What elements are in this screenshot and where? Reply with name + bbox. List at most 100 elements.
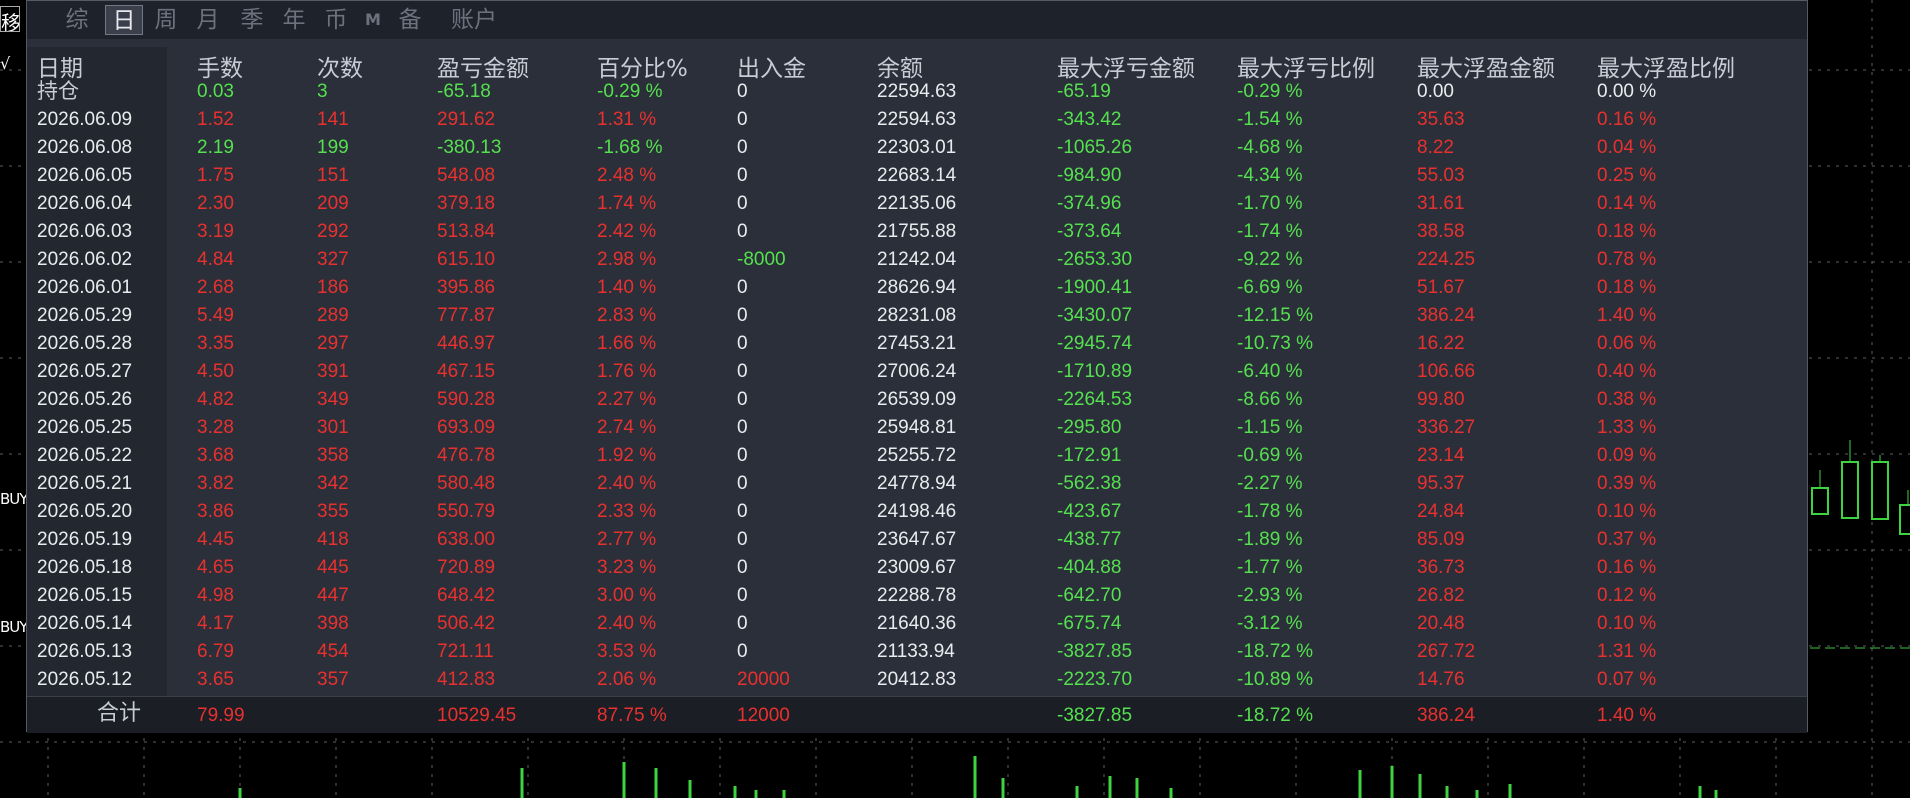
total-max-gain-pct-cell: 1.40 %: [1597, 705, 1657, 726]
inout-cell: 0: [737, 641, 748, 662]
count-cell: 199: [317, 137, 349, 158]
inout-cell: 0: [737, 221, 748, 242]
table-row[interactable]: 2026.05.21 3.82 342 580.48 2.40 % 0 24778.94 -5…: [27, 473, 1807, 501]
max-loss-pct-cell: -1.54 %: [1237, 109, 1303, 130]
table-row[interactable]: 2026.06.05 1.75 151 548.08 2.48 % 0 22683.14 -9…: [27, 165, 1807, 193]
table-row[interactable]: 2026.06.09 1.52 141 291.62 1.31 % 0 22594.63 -3…: [27, 109, 1807, 137]
column-header-balance[interactable]: 余额: [877, 49, 923, 83]
date-cell: 2026.06.05: [37, 165, 133, 186]
column-header-max-gain[interactable]: 最大浮盈金额: [1417, 49, 1555, 83]
tab-9[interactable]: 账户: [439, 5, 509, 35]
tab-4[interactable]: 季: [233, 5, 271, 35]
max-loss-cell: -374.96: [1057, 193, 1122, 214]
table-row[interactable]: 2026.06.01 2.68 186 395.86 1.40 % 0 28626.94 -1…: [27, 277, 1807, 305]
tab-3[interactable]: 月: [189, 5, 227, 35]
max-loss-cell: -562.38: [1057, 473, 1122, 494]
date-cell: 2026.06.02: [37, 249, 133, 270]
tab-0[interactable]: 综: [57, 5, 97, 35]
column-header-max-gain-pct[interactable]: 最大浮盈比例: [1597, 49, 1735, 83]
date-cell: 2026.05.15: [37, 585, 133, 606]
table-row[interactable]: 2026.05.26 4.82 349 590.28 2.27 % 0 26539.09 -2…: [27, 389, 1807, 417]
pnl-cell: 590.28: [437, 389, 496, 410]
max-loss-pct-cell: -10.89 %: [1237, 669, 1314, 690]
column-header-max-loss[interactable]: 最大浮亏金额: [1057, 49, 1195, 83]
count-cell: 357: [317, 669, 349, 690]
table-row[interactable]: 2026.06.08 2.19 199 -380.13 -1.68 % 0 22303.01…: [27, 137, 1807, 165]
tab-2[interactable]: 周: [147, 5, 185, 35]
table-row[interactable]: 2026.05.25 3.28 301 693.09 2.74 % 0 25948.81 -2…: [27, 417, 1807, 445]
inout-cell: 20000: [737, 669, 790, 690]
table-row[interactable]: 2026.05.22 3.68 358 476.78 1.92 % 0 25255.72 -1…: [27, 445, 1807, 473]
tab-1[interactable]: 日: [105, 5, 143, 35]
balance-cell: 23647.67: [877, 529, 957, 550]
column-header-inout[interactable]: 出入金: [737, 49, 806, 83]
column-header-count[interactable]: 次数: [317, 49, 363, 83]
count-cell: 358: [317, 445, 349, 466]
inout-cell: 0: [737, 417, 748, 438]
table-row[interactable]: 2026.06.02 4.84 327 615.10 2.98 % -8000 21242.…: [27, 249, 1807, 277]
tab-8[interactable]: 备: [391, 5, 429, 35]
table-row[interactable]: 2026.06.04 2.30 209 379.18 1.74 % 0 22135.06 -3…: [27, 193, 1807, 221]
pnl-cell: 548.08: [437, 165, 496, 186]
tab-7[interactable]: M: [361, 5, 385, 35]
max-gain-cell: 23.14: [1417, 445, 1465, 466]
max-gain-pct-cell: 0.39 %: [1597, 473, 1657, 494]
balance-cell: 22288.78: [877, 585, 957, 606]
column-header-max-loss-pct[interactable]: 最大浮亏比例: [1237, 49, 1375, 83]
table-row[interactable]: 2026.05.15 4.98 447 648.42 3.00 % 0 22288.78 -6…: [27, 585, 1807, 613]
lots-cell: 2.30: [197, 193, 234, 214]
column-header-lots[interactable]: 手数: [197, 49, 243, 83]
column-header-pnl[interactable]: 盈亏金额: [437, 49, 529, 83]
table-row[interactable]: 2026.05.14 4.17 398 506.42 2.40 % 0 21640.36 -6…: [27, 613, 1807, 641]
candle-body: [1899, 504, 1910, 535]
max-gain-pct-cell: 0.25 %: [1597, 165, 1657, 186]
lots-cell: 3.35: [197, 333, 234, 354]
table-row[interactable]: 2026.05.19 4.45 418 638.00 2.77 % 0 23647.67 -4…: [27, 529, 1807, 557]
table-row[interactable]: 2026.05.18 4.65 445 720.89 3.23 % 0 23009.67 -4…: [27, 557, 1807, 585]
table-row[interactable]: 2026.05.29 5.49 289 777.87 2.83 % 0 28231.08 -3…: [27, 305, 1807, 333]
max-gain-pct-cell: 0.78 %: [1597, 249, 1657, 270]
table-row[interactable]: 2026.05.20 3.86 355 550.79 2.33 % 0 24198.46 -4…: [27, 501, 1807, 529]
lots-cell: 5.49: [197, 305, 234, 326]
table-row[interactable]: 2026.06.03 3.19 292 513.84 2.42 % 0 21755.88 -3…: [27, 221, 1807, 249]
column-header-date[interactable]: 日期: [37, 49, 83, 83]
max-loss-pct-cell: -3.12 %: [1237, 613, 1303, 634]
inout-cell: 0: [737, 501, 748, 522]
table-row[interactable]: 2026.05.13 6.79 454 721.11 3.53 % 0 21133.94 -3…: [27, 641, 1807, 669]
column-header-pct[interactable]: 百分比%: [597, 49, 688, 83]
balance-cell: 25948.81: [877, 417, 957, 438]
candle-body: [1811, 487, 1829, 515]
total-max-loss-cell: -3827.85: [1057, 705, 1133, 726]
pct-cell: 2.40 %: [597, 613, 657, 634]
pnl-cell: 615.10: [437, 249, 496, 270]
table-row[interactable]: 2026.05.12 3.65 357 412.83 2.06 % 20000 20412.…: [27, 669, 1807, 697]
lots-cell: 4.82: [197, 389, 234, 410]
chart-mode-glyph[interactable]: 移: [0, 6, 20, 32]
pnl-cell: 513.84: [437, 221, 496, 242]
table-row[interactable]: 2026.05.27 4.50 391 467.15 1.76 % 0 27006.24 -1…: [27, 361, 1807, 389]
count-cell: 292: [317, 221, 349, 242]
max-gain-cell: 36.73: [1417, 557, 1465, 578]
tab-6[interactable]: 币: [317, 5, 355, 35]
max-loss-cell: -2945.74: [1057, 333, 1133, 354]
max-loss-cell: -3430.07: [1057, 305, 1133, 326]
inout-cell: 0: [737, 109, 748, 130]
table-row[interactable]: 2026.05.28 3.35 297 446.97 1.66 % 0 27453.21 -2…: [27, 333, 1807, 361]
tab-5[interactable]: 年: [275, 5, 313, 35]
max-gain-cell: 26.82: [1417, 585, 1465, 606]
total-lots-cell: 79.99: [197, 705, 245, 726]
max-gain-cell: 51.67: [1417, 277, 1465, 298]
pct-cell: 2.33 %: [597, 501, 657, 522]
count-cell: 349: [317, 389, 349, 410]
max-loss-pct-cell: -10.73 %: [1237, 333, 1314, 354]
max-loss-cell: -172.91: [1057, 445, 1122, 466]
max-gain-cell: 35.63: [1417, 109, 1465, 130]
max-gain-cell: 95.37: [1417, 473, 1465, 494]
position-row[interactable]: 持仓 0.03 3 -65.18 -0.29 % 0 22594.63 -65.19 -0.29…: [27, 81, 1807, 109]
pnl-cell: 412.83: [437, 669, 496, 690]
count-cell: 355: [317, 501, 349, 522]
date-cell: 2026.05.14: [37, 613, 133, 634]
pnl-cell: 777.87: [437, 305, 496, 326]
max-gain-cell: 85.09: [1417, 529, 1465, 550]
max-gain-cell: 14.76: [1417, 669, 1465, 690]
